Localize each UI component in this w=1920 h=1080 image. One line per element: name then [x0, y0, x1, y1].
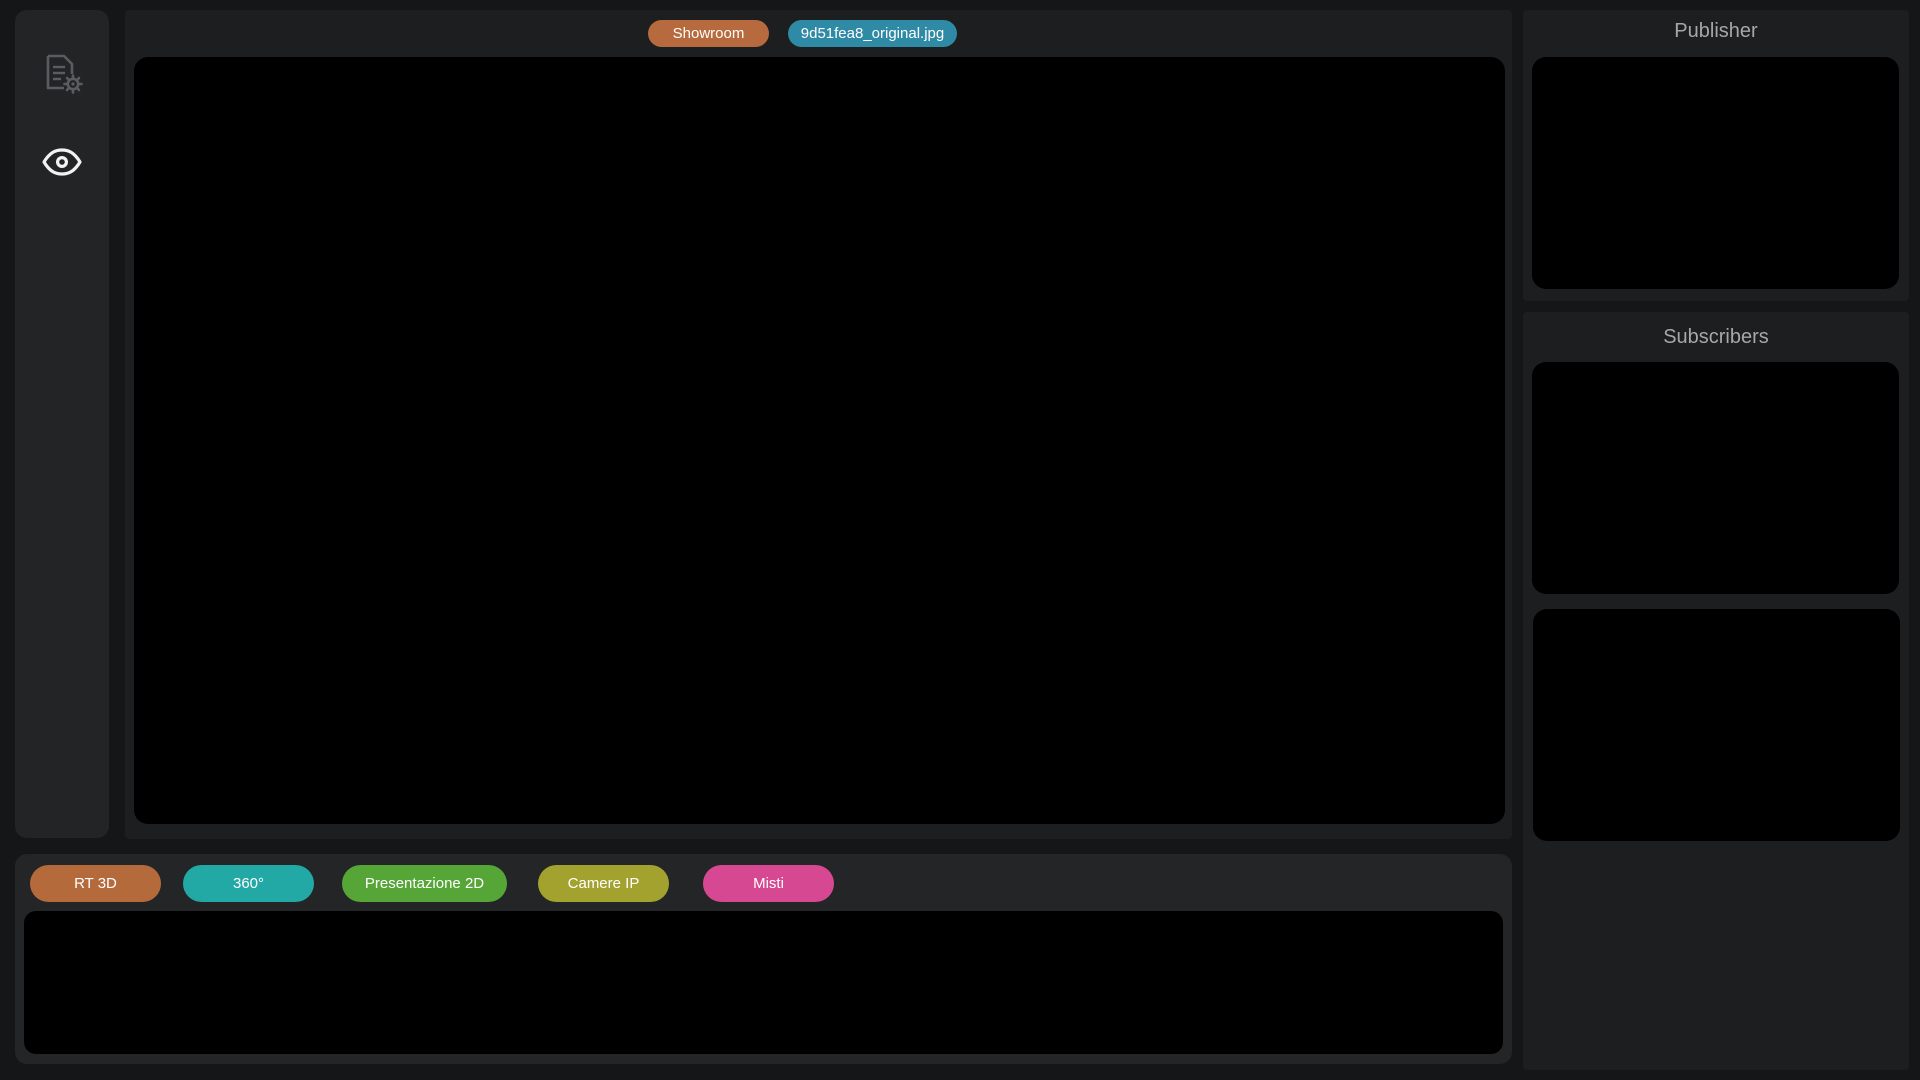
document-settings-icon — [40, 50, 84, 99]
category-rt-3d-button[interactable]: RT 3D — [30, 865, 161, 902]
subscribers-title: Subscribers — [1663, 326, 1769, 348]
main-panel: Showroom 9d51fea8_original.jpg — [125, 10, 1512, 839]
subscriber-video[interactable] — [1533, 609, 1900, 841]
preview-button[interactable] — [33, 135, 91, 193]
file-name-tag[interactable]: 9d51fea8_original.jpg — [788, 20, 957, 47]
document-settings-button[interactable] — [33, 45, 91, 103]
category-presentazione-2d-button[interactable]: Presentazione 2D — [342, 865, 507, 902]
subscriber-video[interactable] — [1532, 362, 1899, 594]
content-list-area[interactable] — [24, 911, 1503, 1054]
publisher-panel: Publisher — [1523, 10, 1909, 301]
category-camere-ip-button[interactable]: Camere IP — [538, 865, 669, 902]
publisher-title: Publisher — [1674, 20, 1758, 42]
showroom-tag[interactable]: Showroom — [648, 20, 769, 47]
bottom-panel: RT 3D 360° Presentazione 2D Camere IP Mi… — [15, 854, 1512, 1064]
tag-bar: Showroom 9d51fea8_original.jpg — [125, 20, 1512, 47]
category-360-button[interactable]: 360° — [183, 865, 314, 902]
category-misti-button[interactable]: Misti — [703, 865, 834, 902]
main-viewport[interactable] — [134, 57, 1505, 824]
subscribers-panel: Subscribers — [1523, 312, 1909, 1070]
publisher-video[interactable] — [1532, 57, 1899, 289]
eye-icon — [42, 147, 82, 182]
left-sidebar — [15, 10, 109, 838]
